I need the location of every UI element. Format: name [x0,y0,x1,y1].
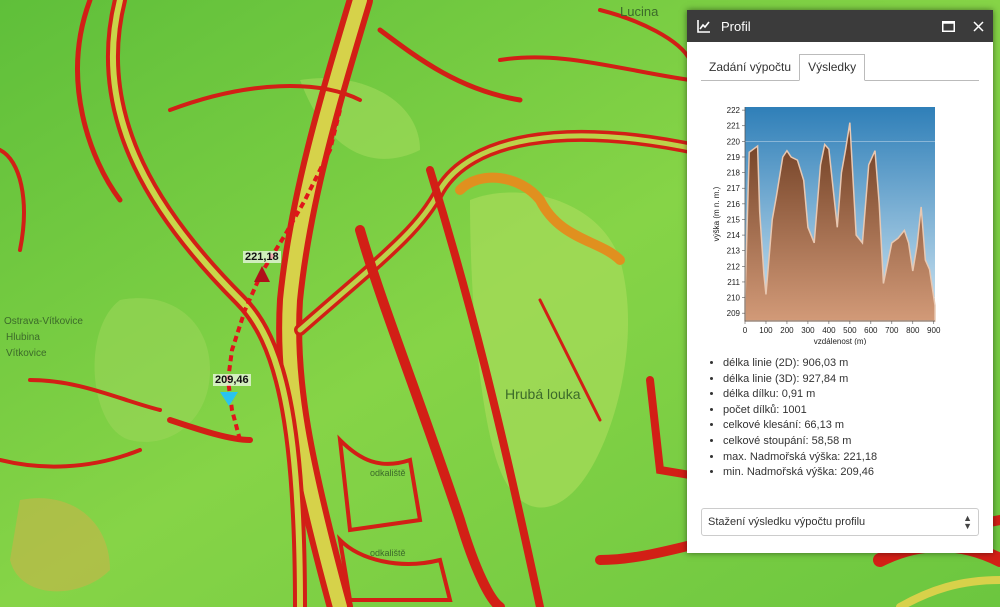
stats-list: délka linie (2D): 906,03 m délka linie (… [709,356,877,481]
chart-x-tick-label: 0 [743,326,748,335]
chart-y-tick-label: 219 [727,153,741,162]
close-icon[interactable] [963,10,993,42]
download-select[interactable]: Stažení výsledku výpočtu profilu ▲ ▼ [701,508,979,536]
chart-x-tick-label: 300 [801,326,815,335]
tab-input[interactable]: Zadání výpočtu [701,54,799,80]
chart-y-tick-label: 211 [727,278,740,287]
chart-y-tick-label: 221 [727,122,741,131]
chart-x-tick-label: 700 [885,326,899,335]
map-label-district: Hlubina [6,332,40,343]
stat-item: celkové stoupání: 58,58 m [723,434,877,450]
chart-y-tick-label: 212 [727,262,741,271]
stat-item: celkové klesání: 66,13 m [723,418,877,434]
tab-results[interactable]: Výsledky [799,54,866,81]
min-elevation-label: 209,46 [213,374,251,386]
maximize-icon[interactable] [933,10,963,42]
panel-title: Profil [721,18,751,34]
chart-x-tick-label: 100 [759,326,773,335]
chart-y-tick-label: 215 [727,215,741,224]
select-arrows-icon: ▲ ▼ [963,513,972,531]
map-label-pond: odkaliště [370,548,406,558]
stat-item: délka linie (3D): 927,84 m [723,372,877,388]
chart-y-tick-label: 213 [727,247,741,256]
map-label-meadow: Hrubá louka [505,386,581,402]
stat-item: délka dílku: 0,91 m [723,387,877,403]
stat-item: max. Nadmořská výška: 221,18 [723,450,877,466]
max-elevation-label: 221,18 [243,251,281,263]
chart-y-axis-label: výška (m n. m.) [712,186,721,241]
chart-x-axis-label: vzdálenost (m) [814,337,867,345]
chart-y-tick-label: 217 [727,184,741,193]
map-label-pond: odkaliště [370,468,406,478]
profile-panel: Profil Zadání výpočtu Výsledky 209 210 211… [687,10,993,553]
chart-y-tick-label: 216 [727,200,741,209]
map-label-district: Lucina [620,4,659,19]
chart-x-tick-label: 200 [780,326,794,335]
download-select-label: Stažení výsledku výpočtu profilu [708,516,866,528]
chart-y-tick-label: 220 [727,137,741,146]
chart-x-tick-label: 500 [843,326,857,335]
chart-x-tick-label: 400 [822,326,836,335]
chart-y-tick-label: 218 [727,169,741,178]
chart-x-tick-label: 800 [906,326,920,335]
map-label-area: Ostrava-Vítkovice [4,316,83,327]
chart-x-tick-label: 600 [864,326,878,335]
panel-header: Profil [687,10,993,42]
chart-y-tick-label: 209 [727,309,741,318]
stat-item: počet dílků: 1001 [723,403,877,419]
chart-y-tick-label: 222 [727,106,741,115]
tab-bar: Zadání výpočtu Výsledky [701,54,979,81]
chart-x-tick-label: 900 [927,326,941,335]
chart-icon [693,10,715,42]
stat-item: délka linie (2D): 906,03 m [723,356,877,372]
chart-y-tick-label: 210 [727,294,741,303]
map-label-district: Vítkovice [6,348,47,359]
elevation-profile-chart: 209 210 211 212 213 214 215 216 217 218 219 220 221 2… [712,106,941,345]
stat-item: min. Nadmořská výška: 209,46 [723,465,877,481]
chart-y-tick-label: 214 [727,231,741,240]
